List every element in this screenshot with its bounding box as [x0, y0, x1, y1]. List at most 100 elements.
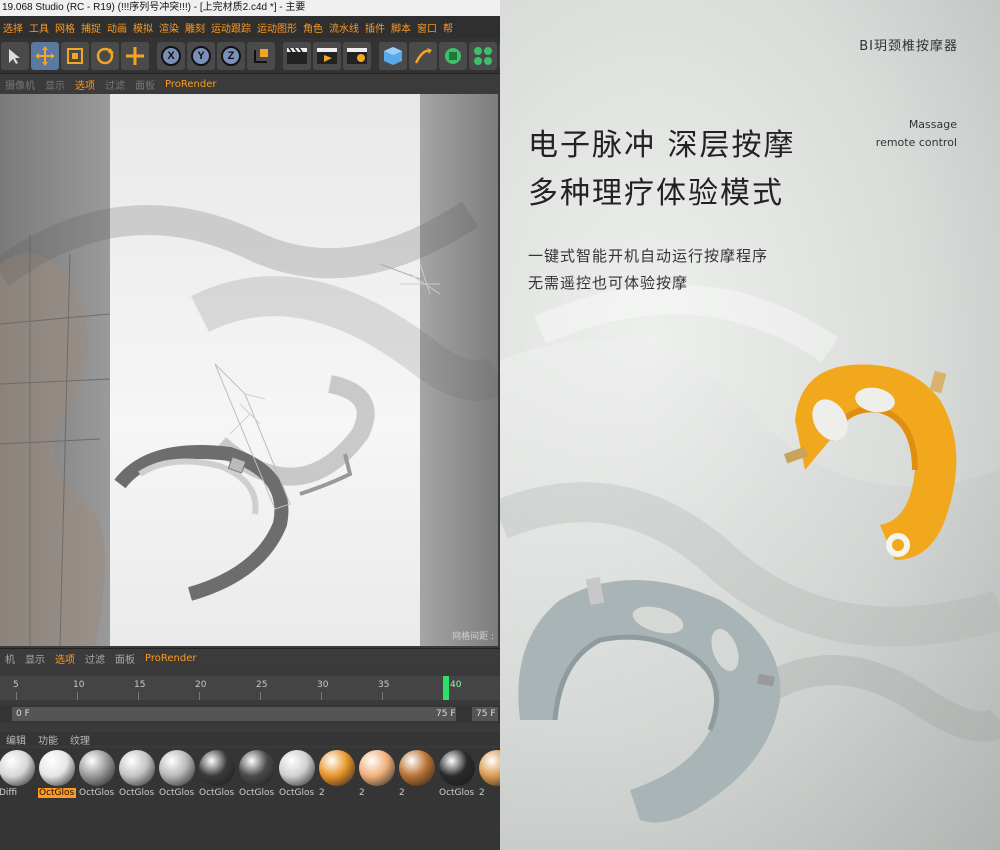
material-label: OctGlos [279, 788, 315, 798]
render-settings-icon[interactable] [343, 41, 371, 70]
ruler-tickline [138, 692, 139, 700]
viewport-menu-options[interactable]: 选项 [70, 77, 100, 92]
timeline-menu-options[interactable]: 选项 [50, 651, 80, 666]
material-swatch[interactable]: OctGlos [78, 748, 116, 802]
menu-item[interactable]: 动画 [104, 20, 130, 35]
material-preview-sphere [279, 750, 315, 786]
start-frame-field[interactable]: 0 F [12, 707, 452, 721]
timeline-menu-item[interactable]: 机 [0, 651, 20, 666]
material-swatch[interactable]: 2 [398, 748, 436, 802]
menu-item[interactable]: 模拟 [130, 20, 156, 35]
array-icon[interactable] [469, 41, 497, 70]
timeline-menu-prorender[interactable]: ProRender [140, 653, 201, 664]
material-menu-texture[interactable]: 纹理 [64, 732, 96, 747]
end-frame-field-2[interactable]: 75 F [472, 707, 498, 721]
timeline-ruler[interactable]: 5 10 15 20 25 30 35 [0, 676, 500, 700]
material-swatch[interactable]: OctGlos [198, 748, 236, 802]
material-swatch[interactable]: OctGlos [278, 748, 316, 802]
menu-item[interactable]: 脚本 [388, 20, 414, 35]
material-menu: 编辑 功能 纹理 [0, 732, 500, 747]
cinema4d-window: 19.068 Studio (RC - R19) (!!!序列号冲突!!!) -… [0, 0, 500, 850]
3d-viewport[interactable]: 网格间距 : [0, 94, 498, 646]
menu-item[interactable]: 选择 [0, 20, 26, 35]
render-region-icon[interactable] [283, 41, 311, 70]
ruler-tickline [77, 692, 78, 700]
end-frame-field[interactable]: 75 F [432, 707, 456, 721]
rotate-icon[interactable] [91, 41, 119, 70]
menu-item[interactable]: 运动图形 [254, 20, 300, 35]
timeline-playhead[interactable] [443, 676, 449, 700]
ruler-tickline [321, 692, 322, 700]
menu-item[interactable]: 窗口 [414, 20, 440, 35]
toolbar-separator [373, 42, 377, 70]
menu-item[interactable]: 运动跟踪 [208, 20, 254, 35]
select-arrow-icon[interactable] [1, 41, 29, 70]
material-swatch[interactable]: OctGlos [118, 748, 156, 802]
menu-item[interactable]: 角色 [300, 20, 326, 35]
main-toolbar: X Y Z [0, 38, 500, 74]
ruler-tick: 35 [378, 680, 390, 690]
nurbs-icon[interactable] [439, 41, 467, 70]
material-swatch[interactable]: 2 [358, 748, 396, 802]
viewport-menu-filter[interactable]: 过滤 [100, 77, 130, 92]
menu-item[interactable]: 捕捉 [78, 20, 104, 35]
menu-item[interactable]: 帮 [440, 20, 456, 35]
pen-icon[interactable] [409, 41, 437, 70]
axis-y-icon[interactable]: Y [187, 41, 215, 70]
axis-x-icon[interactable]: X [157, 41, 185, 70]
viewport-menu-display[interactable]: 显示 [40, 77, 70, 92]
menu-item[interactable]: 雕刻 [182, 20, 208, 35]
scale-icon[interactable] [61, 41, 89, 70]
material-label: OctGlos [119, 788, 155, 798]
material-swatch[interactable]: OctGlos [238, 748, 276, 802]
material-label: 2 [399, 788, 405, 798]
ruler-tickline [16, 692, 17, 700]
axis-z-icon[interactable]: Z [217, 41, 245, 70]
axis-y-label: Y [191, 45, 211, 66]
material-preview-sphere [239, 750, 275, 786]
viewport-menu-camera[interactable]: 摄像机 [0, 77, 40, 92]
english-caption-1: Massage [908, 118, 957, 131]
timeline-menu: 机 显示 选项 过滤 面板 ProRender [0, 648, 500, 668]
viewport-menu-prorender[interactable]: ProRender [160, 79, 221, 90]
material-preview-sphere [39, 750, 75, 786]
frame-range-bar: 0 F 75 F 75 F [0, 705, 500, 723]
menu-item[interactable]: 插件 [362, 20, 388, 35]
viewport-menu-panel[interactable]: 面板 [130, 77, 160, 92]
viewport-scene [0, 201, 498, 646]
timeline-menu-item[interactable]: 过滤 [80, 651, 110, 666]
render-view-icon[interactable] [313, 41, 341, 70]
material-label: Diffi [0, 788, 18, 798]
menu-item[interactable]: 网格 [52, 20, 78, 35]
material-swatch[interactable]: OctGlos [38, 748, 76, 802]
material-swatch[interactable]: 2 [478, 748, 500, 802]
menu-item[interactable]: 工具 [26, 20, 52, 35]
material-preview-sphere [79, 750, 115, 786]
material-manager: Diffi OctGlos OctGlos OctGlos OctGlos OctGlos… [0, 748, 500, 850]
coord-icon[interactable] [247, 41, 275, 70]
menu-item[interactable]: 流水线 [326, 20, 362, 35]
ruler-tick: 10 [73, 680, 85, 690]
material-preview-sphere [319, 750, 355, 786]
material-swatch[interactable]: OctGlos [158, 748, 196, 802]
ruler-tick: 25 [256, 680, 268, 690]
timeline-menu-item[interactable]: 面板 [110, 651, 140, 666]
move-icon[interactable] [31, 41, 59, 70]
timeline-menu-item[interactable]: 显示 [20, 651, 50, 666]
move-cross-icon[interactable] [121, 41, 149, 70]
menu-item[interactable]: 渲染 [156, 20, 182, 35]
ruler-tickline [382, 692, 383, 700]
material-swatch[interactable]: Diffi [0, 748, 36, 802]
cube-icon[interactable] [379, 41, 407, 70]
material-menu-function[interactable]: 功能 [32, 732, 64, 747]
material-swatch[interactable]: 2 [318, 748, 356, 802]
material-preview-sphere [399, 750, 435, 786]
material-preview-sphere [119, 750, 155, 786]
material-menu-edit[interactable]: 编辑 [0, 732, 32, 747]
description-line-2: 无需遥控也可体验按摩 [528, 274, 689, 292]
material-preview-sphere [199, 750, 235, 786]
ruler-tick: 5 [13, 680, 19, 690]
menu-bar: 选择 工具 网格 捕捉 动画 模拟 渲染 雕刻 运动跟踪 运动图形 角色 流水线… [0, 16, 500, 38]
material-label: 2 [319, 788, 325, 798]
material-swatch[interactable]: OctGlos [438, 748, 476, 802]
